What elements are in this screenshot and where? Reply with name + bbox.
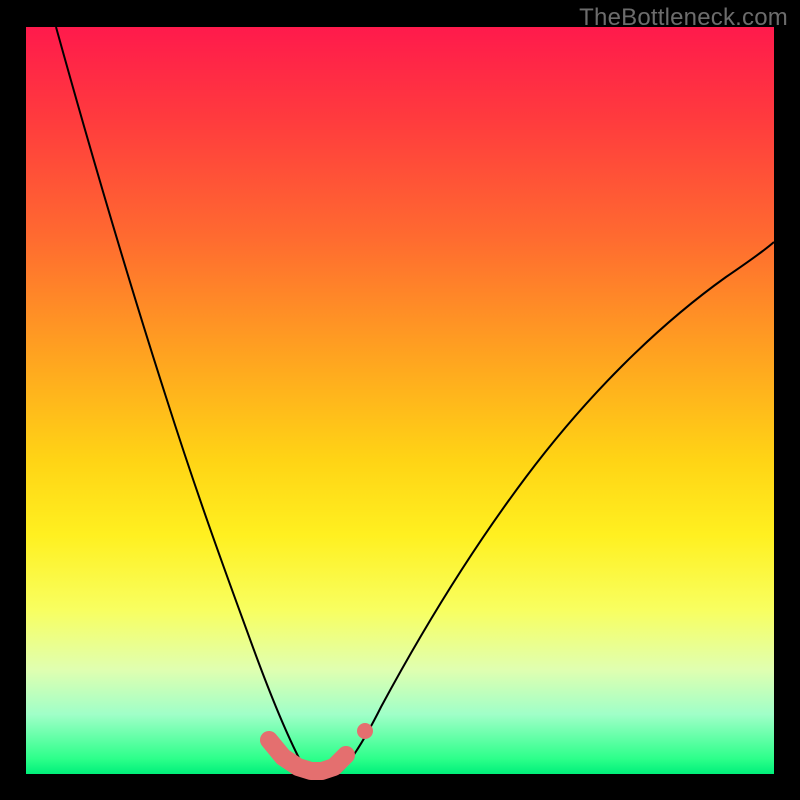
bottleneck-marker-path — [269, 740, 346, 771]
bottleneck-marker-end — [357, 723, 373, 739]
curve-right — [340, 242, 774, 772]
watermark-text: TheBottleneck.com — [579, 4, 788, 32]
plot-area — [26, 27, 774, 774]
chart-frame: TheBottleneck.com — [0, 0, 800, 800]
curve-left — [56, 27, 311, 773]
plot-svg — [26, 27, 774, 774]
